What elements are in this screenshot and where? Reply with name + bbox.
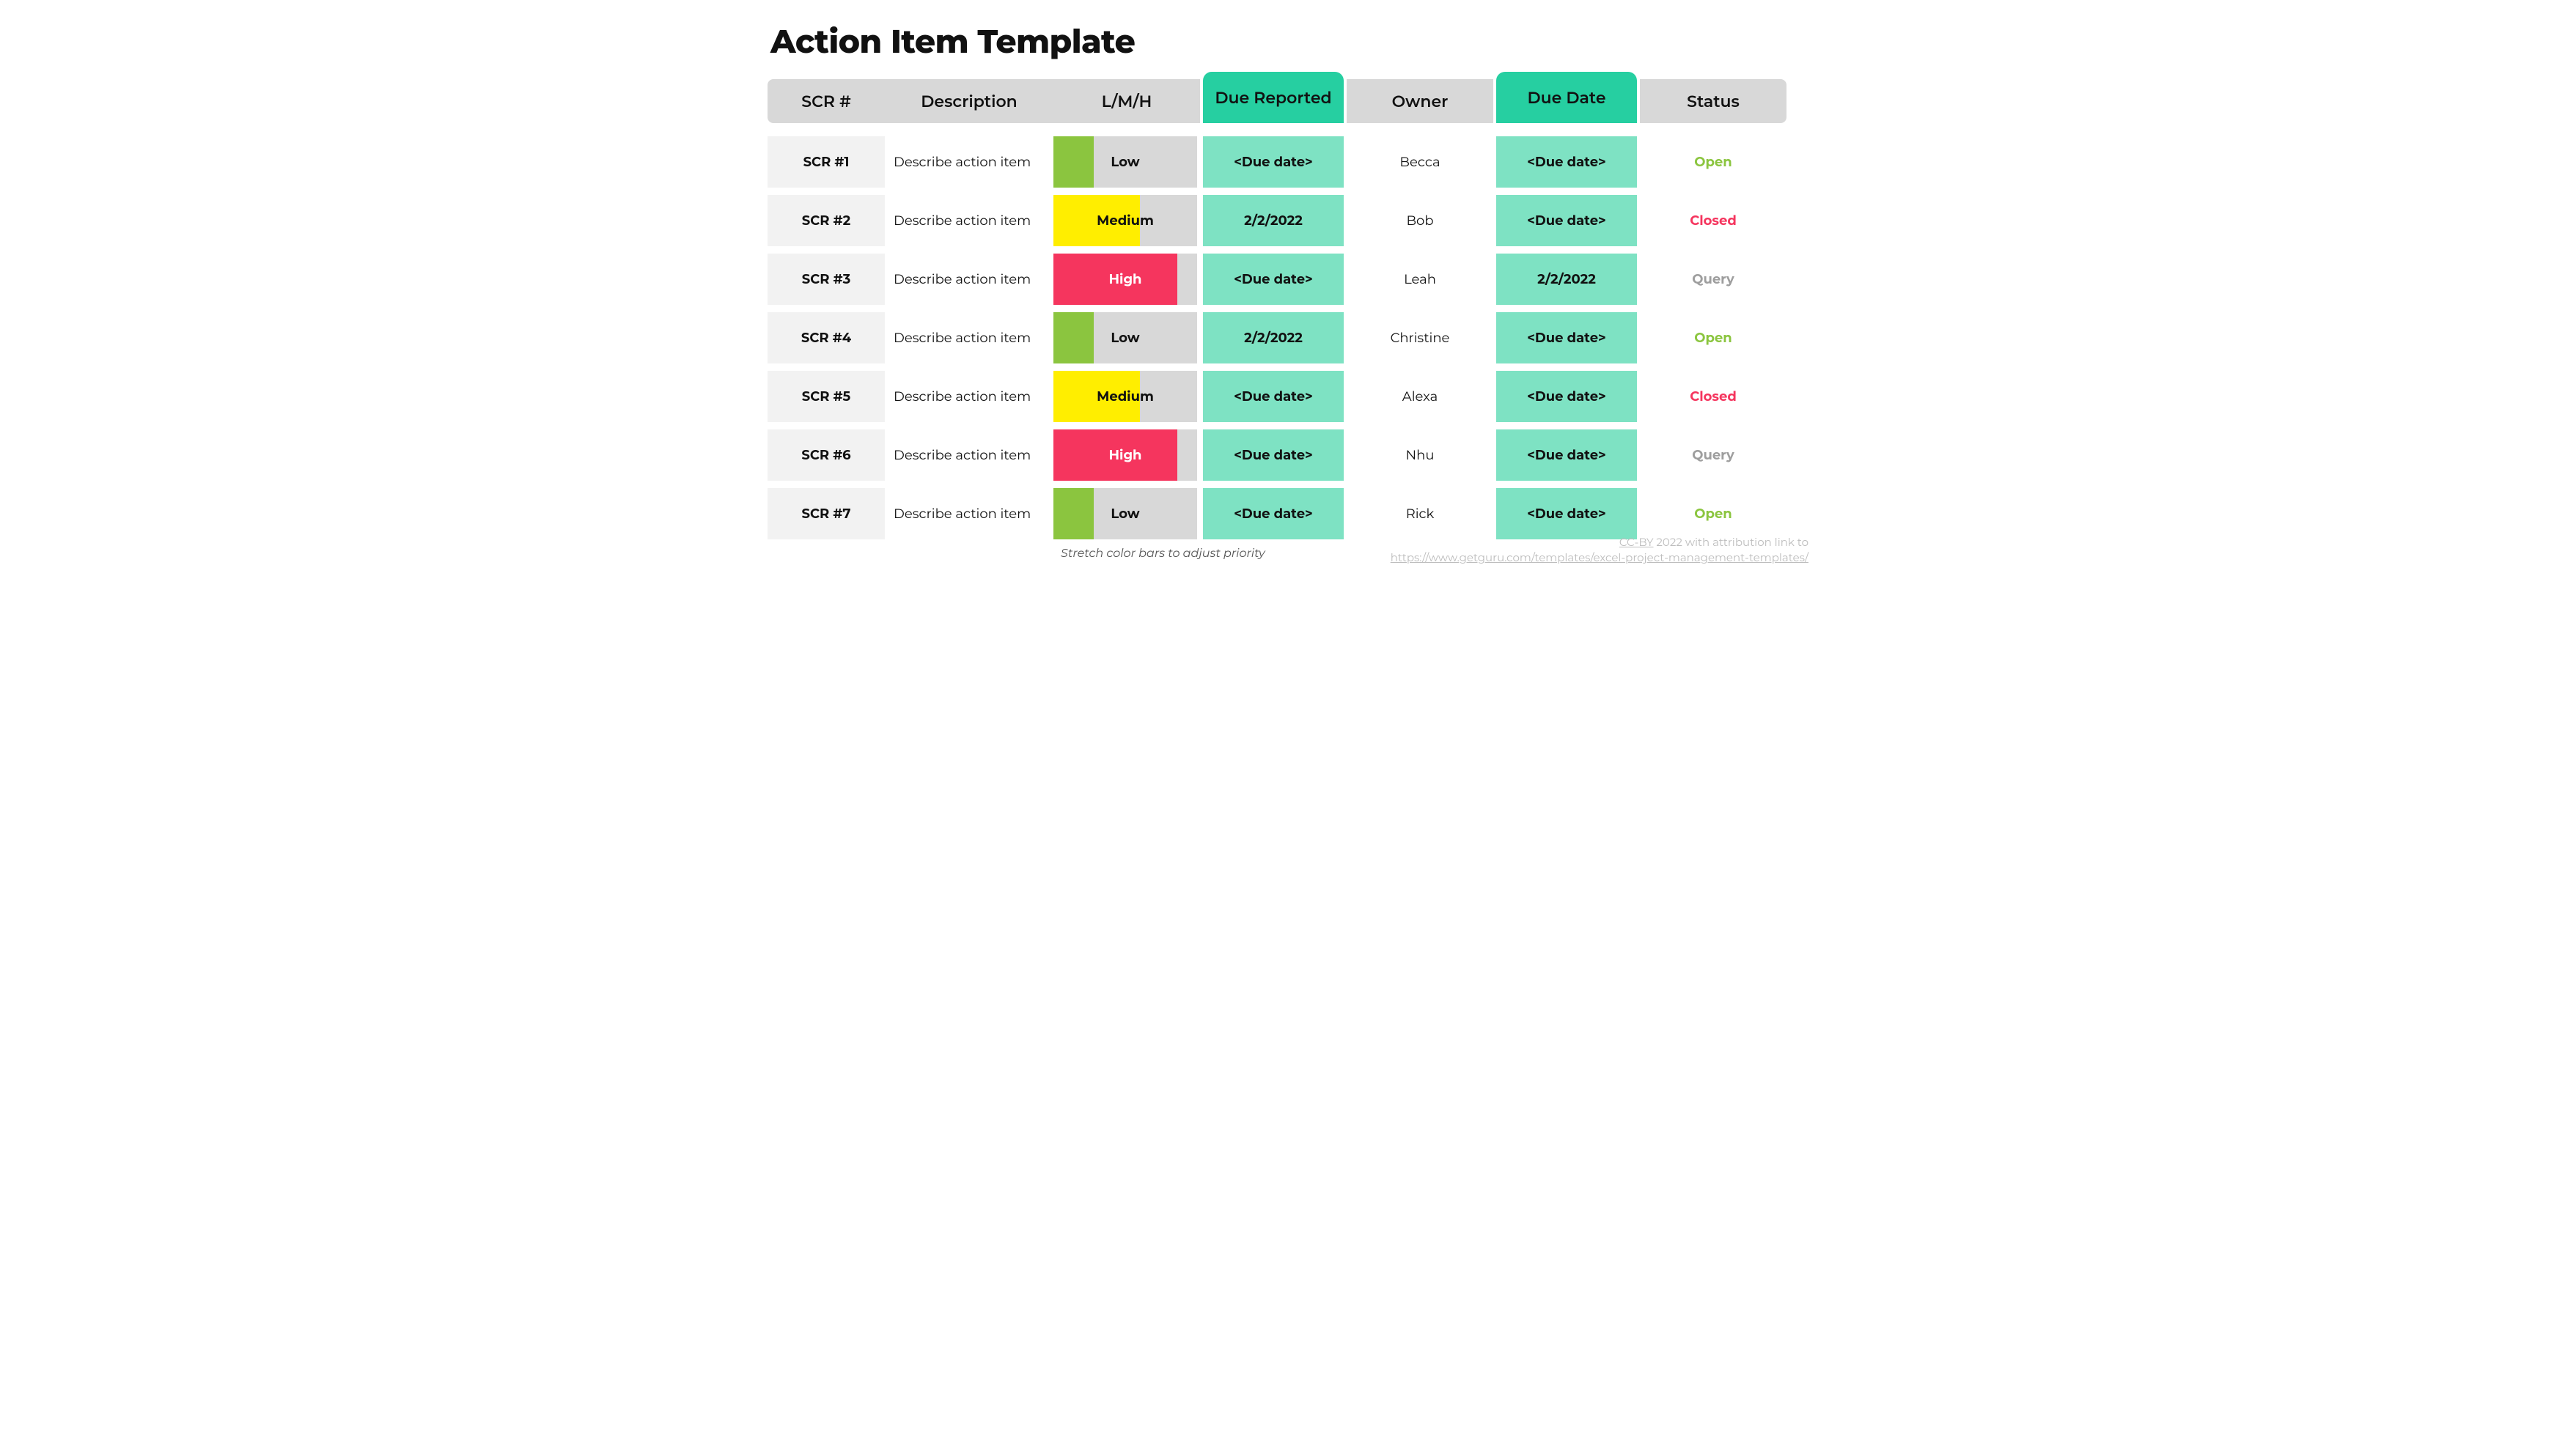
due-date-cell: <Due date> [1496, 195, 1637, 246]
due-date-cell: <Due date> [1496, 136, 1637, 188]
status-cell: Open [1640, 488, 1786, 539]
due-date-cell: <Due date> [1496, 488, 1637, 539]
page-title: Action Item Template [770, 22, 1808, 62]
owner-cell: Alexa [1347, 371, 1493, 422]
priority-cell[interactable]: Low [1053, 488, 1197, 539]
status-cell: Closed [1640, 371, 1786, 422]
due-reported-cell: 2/2/2022 [1203, 312, 1344, 363]
header-owner: Owner [1347, 79, 1493, 123]
attribution-link: https://www.getguru.com/templates/excel-… [1391, 550, 1808, 565]
page: Action Item Template SCR # Description L… [738, 0, 1838, 568]
due-reported-cell: <Due date> [1203, 488, 1344, 539]
owner-cell: Christine [1347, 312, 1493, 363]
table-body: SCR #1Describe action itemLow<Due date>B… [768, 136, 1808, 539]
table-row: SCR #5Describe action item Medium <Due dat… [768, 371, 1808, 422]
priority-label: Low [1111, 154, 1139, 170]
scr-cell: SCR #3 [768, 254, 885, 305]
description-cell: Describe action item [885, 488, 1053, 539]
status-cell: Query [1640, 429, 1786, 481]
due-date-cell: <Due date> [1496, 429, 1637, 481]
status-cell: Open [1640, 136, 1786, 188]
priority-cell[interactable]: Low [1053, 312, 1197, 363]
priority-label: Low [1111, 506, 1139, 522]
attribution: CC-BY 2022 with attribution link to http… [1391, 534, 1808, 565]
due-date-cell: <Due date> [1496, 371, 1637, 422]
attribution-license: CC-BY [1619, 535, 1654, 549]
table-row: SCR #1Describe action item Low <Due date>B… [768, 136, 1808, 188]
table-header: SCR # Description L/M/H Due Reported Own… [768, 79, 1808, 123]
priority-label: Medium [1097, 213, 1154, 229]
description-cell: Describe action item [885, 429, 1053, 481]
priority-cell[interactable]: High [1053, 254, 1197, 305]
status-cell: Closed [1640, 195, 1786, 246]
scr-cell: SCR #7 [768, 488, 885, 539]
description-cell: Describe action item [885, 312, 1053, 363]
priority-label: Low [1111, 330, 1139, 346]
table-row: SCR #6Describe action item High <Due date>… [768, 429, 1808, 481]
priority-cell[interactable]: Medium [1053, 371, 1197, 422]
due-date-cell: <Due date> [1496, 312, 1637, 363]
table-row: SCR #7Describe action item Low <Due date>R… [768, 488, 1808, 539]
owner-cell: Bob [1347, 195, 1493, 246]
table-row: SCR #4Describe action item Low 2/2/2022Chr… [768, 312, 1808, 363]
due-reported-cell: <Due date> [1203, 429, 1344, 481]
scr-cell: SCR #6 [768, 429, 885, 481]
header-scr: SCR # [768, 79, 885, 123]
owner-cell: Leah [1347, 254, 1493, 305]
priority-bar[interactable] [1053, 488, 1094, 539]
attribution-year: 2022 with attribution link to [1654, 535, 1809, 549]
scr-cell: SCR #1 [768, 136, 885, 188]
priority-cell[interactable]: Medium [1053, 195, 1197, 246]
owner-cell: Rick [1347, 488, 1493, 539]
description-cell: Describe action item [885, 371, 1053, 422]
owner-cell: Becca [1347, 136, 1493, 188]
table-row: SCR #2Describe action item Medium 2/2/2022… [768, 195, 1808, 246]
due-date-cell: 2/2/2022 [1496, 254, 1637, 305]
scr-cell: SCR #2 [768, 195, 885, 246]
priority-bar[interactable] [1053, 136, 1094, 188]
description-cell: Describe action item [885, 136, 1053, 188]
scr-cell: SCR #5 [768, 371, 885, 422]
scr-cell: SCR #4 [768, 312, 885, 363]
header-due-date: Due Date [1496, 72, 1637, 123]
header-lmh: L/M/H [1053, 79, 1200, 123]
due-reported-cell: 2/2/2022 [1203, 195, 1344, 246]
header-description: Description [885, 79, 1053, 123]
priority-label: Medium [1097, 388, 1154, 405]
priority-cell[interactable]: Low [1053, 136, 1197, 188]
priority-label: High [1109, 447, 1142, 463]
status-cell: Query [1640, 254, 1786, 305]
priority-label: High [1109, 271, 1142, 287]
table-row: SCR #3Describe action item High <Due date>… [768, 254, 1808, 305]
due-reported-cell: <Due date> [1203, 254, 1344, 305]
status-cell: Open [1640, 312, 1786, 363]
header-due-reported: Due Reported [1203, 72, 1344, 123]
due-reported-cell: <Due date> [1203, 136, 1344, 188]
description-cell: Describe action item [885, 195, 1053, 246]
priority-bar[interactable] [1053, 312, 1094, 363]
description-cell: Describe action item [885, 254, 1053, 305]
priority-cell[interactable]: High [1053, 429, 1197, 481]
header-status: Status [1640, 79, 1786, 123]
due-reported-cell: <Due date> [1203, 371, 1344, 422]
owner-cell: Nhu [1347, 429, 1493, 481]
